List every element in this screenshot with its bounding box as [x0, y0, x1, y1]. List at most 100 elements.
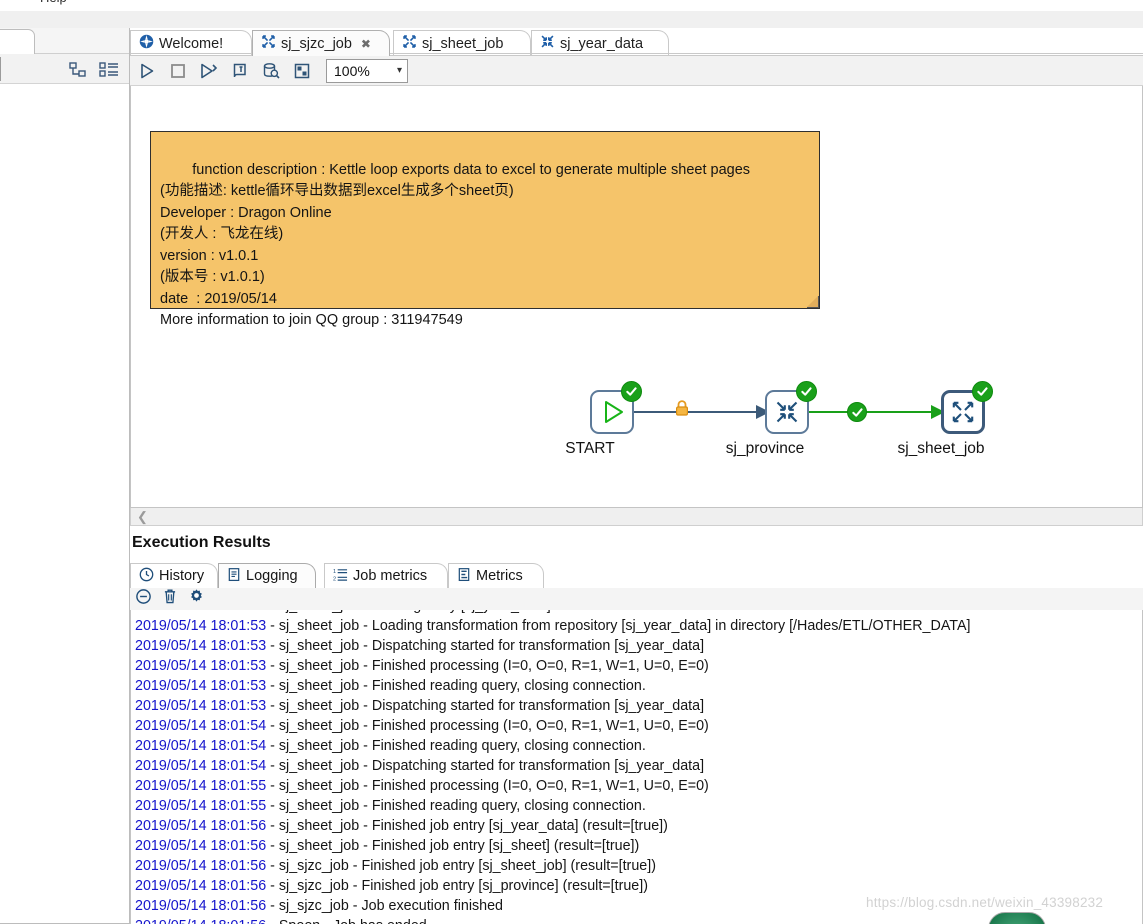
menu-item-help[interactable]: Help: [40, 0, 67, 5]
log-timestamp: 2019/05/14 18:01:56: [135, 878, 267, 894]
success-check-icon: [621, 381, 642, 402]
metrics-icon: [457, 567, 471, 586]
explorer-search-input[interactable]: [0, 57, 1, 81]
menu-bar: Help: [0, 0, 1143, 11]
toolbar-gap: [0, 11, 1143, 28]
success-check-icon: [847, 402, 867, 422]
tree-view-icon[interactable]: [69, 62, 87, 83]
chevron-down-icon: ▾: [396, 65, 402, 76]
trash-icon[interactable]: [162, 588, 178, 610]
job-icon: [261, 34, 276, 53]
log-line: 2019/05/14 18:01:56 - sj_sjzc_job - Fini…: [131, 876, 1142, 896]
watermark-text: https://blog.csdn.net/weixin_43398232: [866, 895, 1104, 910]
lock-icon: [674, 400, 690, 422]
tab-label: Metrics: [476, 568, 523, 584]
log-line: 2019/05/14 18:01:54 - sj_sheet_job - Fin…: [131, 716, 1142, 736]
explorer-tabstrip: [0, 28, 129, 54]
log-timestamp: 2019/05/14 18:01:54: [135, 738, 267, 754]
log-timestamp: 2019/05/14 18:01:55: [135, 778, 267, 794]
log-message: - sj_sheet_job - Starting entry [sj_year…: [266, 610, 551, 614]
log-timestamp: 2019/05/14 18:01:54: [135, 718, 267, 734]
gear-icon[interactable]: [188, 588, 205, 610]
tab-label: sj_year_data: [560, 35, 644, 52]
log-message: - sj_sheet_job - Finished processing (I=…: [266, 658, 709, 674]
application-window: Help ections: [0, 0, 1143, 924]
job-canvas[interactable]: function description : Kettle loop expor…: [130, 86, 1143, 508]
inspect-data-button[interactable]: [257, 58, 285, 84]
node-label: sj_province: [725, 440, 805, 457]
pause-button[interactable]: [195, 58, 223, 84]
hop-start-to-province[interactable]: [634, 411, 764, 413]
close-icon[interactable]: ✖: [361, 37, 371, 51]
show-grid-button[interactable]: [288, 58, 316, 84]
hop-province-to-sheetjob[interactable]: [809, 411, 939, 413]
log-message: - sj_sheet_job - Dispatching started for…: [266, 638, 705, 654]
explorer-tab-view[interactable]: [0, 29, 35, 54]
editor-area: Welcome! sj_sjzc_job ✖ sj_sheet_job sj_y…: [130, 28, 1143, 924]
log-timestamp: 2019/05/14 18:01:53: [135, 618, 267, 634]
log-line: 2019/05/14 18:01:56 - sj_sjzc_job - Fini…: [131, 856, 1142, 876]
start-play-icon: [601, 400, 625, 429]
tab-label: Job metrics: [353, 568, 428, 584]
explorer-tree[interactable]: ections rs: [0, 84, 129, 923]
editor-tabbar: Welcome! sj_sjzc_job ✖ sj_sheet_job sj_y…: [130, 28, 1143, 56]
log-timestamp: 2019/05/14 18:01:53: [135, 658, 267, 674]
tab-history[interactable]: History: [130, 563, 218, 588]
log-timestamp: 2019/05/14 18:01:56: [135, 838, 267, 854]
canvas-horizontal-scrollbar[interactable]: ❮: [130, 508, 1143, 526]
tab-label: History: [159, 568, 205, 584]
success-check-icon: [796, 381, 817, 402]
zoom-level-value: 100%: [334, 62, 370, 79]
log-line: 2019/05/14 18:01:54 - sj_sheet_job - Fin…: [131, 736, 1142, 756]
run-button[interactable]: [133, 58, 161, 84]
menu-item-file[interactable]: [2, 0, 9, 5]
log-line: 2019/05/14 18:01:53 - sj_sheet_job - Fin…: [131, 676, 1142, 696]
log-timestamp: 2019/05/14 18:01:56: [135, 898, 267, 914]
log-message: - sj_sheet_job - Dispatching started for…: [266, 698, 705, 714]
tab-metrics[interactable]: Metrics: [448, 563, 544, 588]
list-view-icon[interactable]: [99, 62, 119, 83]
node-label: START: [565, 440, 615, 457]
log-message: - sj_sjzc_job - Finished job entry [sj_p…: [266, 878, 648, 894]
preview-button[interactable]: [226, 58, 254, 84]
job-icon: [402, 34, 417, 53]
log-line: 2019/05/14 18:01:53 - sj_sheet_job - Fin…: [131, 656, 1142, 676]
execution-results-title: Execution Results: [132, 534, 271, 551]
success-check-icon: [972, 381, 993, 402]
minus-circle-icon[interactable]: [135, 588, 152, 610]
log-line: 2019/05/14 18:01:53 - sj_sheet_job - Dis…: [131, 636, 1142, 656]
tab-label: sj_sjzc_job: [281, 35, 352, 52]
log-message: - sj_sjzc_job - Finished job entry [sj_s…: [266, 858, 656, 874]
log-output[interactable]: 2019/05/14 18:01:53 - sj_sheet_job - Sta…: [130, 610, 1143, 924]
log-message: - sj_sheet_job - Finished reading query,…: [266, 798, 646, 814]
log-lines-container: 2019/05/14 18:01:53 - sj_sheet_job - Sta…: [131, 610, 1142, 924]
stop-button[interactable]: [164, 58, 192, 84]
numbered-list-icon: 1 2: [333, 567, 348, 586]
resize-grip-icon[interactable]: [807, 296, 819, 308]
tab-job-metrics[interactable]: 1 2 Job metrics: [324, 563, 448, 588]
log-message: - sj_sheet_job - Finished reading query,…: [266, 738, 646, 754]
log-timestamp: 2019/05/14 18:01:56: [135, 858, 267, 874]
log-timestamp: 2019/05/14 18:01:56: [135, 818, 267, 834]
note-annotation[interactable]: function description : Kettle loop expor…: [150, 131, 820, 328]
log-message: - sj_sheet_job - Dispatching started for…: [266, 758, 705, 774]
logging-toolbar: [130, 588, 1143, 610]
tab-label: Welcome!: [159, 35, 224, 52]
log-timestamp: 2019/05/14 18:01:56: [135, 918, 266, 924]
zoom-level-select[interactable]: 100% ▾: [326, 58, 408, 83]
status-indicator: [988, 912, 1046, 924]
tab-sj-sjzc-job[interactable]: sj_sjzc_job ✖: [252, 30, 390, 56]
log-line: 2019/05/14 18:01:56 - sj_sheet_job - Fin…: [131, 836, 1142, 856]
log-timestamp: 2019/05/14 18:01:53: [135, 698, 267, 714]
chevron-left-icon[interactable]: ❮: [137, 509, 148, 525]
tab-logging[interactable]: Logging: [218, 563, 316, 588]
log-message: - sj_sjzc_job - Job execution finished: [266, 898, 504, 914]
transformation-icon: [775, 400, 799, 429]
tab-label: Logging: [246, 568, 298, 584]
node-label: sj_sheet_job: [897, 440, 985, 457]
log-message: - sj_sheet_job - Finished job entry [sj_…: [266, 838, 640, 854]
log-line: 2019/05/14 18:01:53 - sj_sheet_job - Loa…: [131, 616, 1142, 636]
svg-text:1: 1: [333, 569, 336, 575]
kettle-logo-icon: [139, 34, 154, 53]
transformation-icon: [540, 34, 555, 53]
